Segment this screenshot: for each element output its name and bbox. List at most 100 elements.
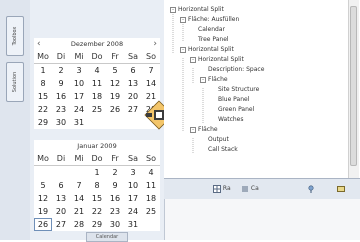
collapse-toggle-icon[interactable]: - bbox=[190, 57, 196, 63]
calendar-day[interactable]: 17 bbox=[70, 90, 88, 103]
calendar-day[interactable]: 15 bbox=[88, 192, 106, 205]
calendar-day[interactable]: 19 bbox=[34, 205, 52, 218]
dock-tab-toolbox[interactable]: Toolbox bbox=[6, 16, 24, 56]
calendar-day[interactable]: 9 bbox=[52, 77, 70, 90]
tree-node[interactable]: - Fläche: Ausfüllen bbox=[180, 15, 239, 25]
calendar-day[interactable]: 13 bbox=[52, 192, 70, 205]
tree-node[interactable]: Blue Panel bbox=[210, 95, 249, 105]
tree-node[interactable]: Output bbox=[200, 135, 229, 145]
calendar-day[interactable]: 2 bbox=[52, 64, 70, 77]
calendar-day[interactable]: 10 bbox=[124, 179, 142, 192]
calendar-day[interactable]: 23 bbox=[52, 103, 70, 116]
calendar-day[interactable]: 9 bbox=[106, 179, 124, 192]
calendar-day[interactable]: 29 bbox=[34, 116, 52, 129]
calendar-day[interactable]: 11 bbox=[88, 77, 106, 90]
calendar-day[interactable]: 16 bbox=[106, 192, 124, 205]
calendar-day[interactable] bbox=[70, 166, 88, 179]
calendar-day[interactable]: 14 bbox=[70, 192, 88, 205]
tree-node[interactable]: - Fläche bbox=[190, 125, 218, 135]
tree-node[interactable]: Site Structure bbox=[210, 85, 259, 95]
tree-node[interactable]: Description: Space bbox=[200, 65, 264, 75]
calendar-day[interactable]: 20 bbox=[124, 90, 142, 103]
calendar-day[interactable]: 15 bbox=[34, 90, 52, 103]
calendar-day[interactable] bbox=[142, 218, 160, 231]
tree-node[interactable]: - Horizontal Split bbox=[170, 5, 224, 15]
calendar-day[interactable]: 4 bbox=[142, 166, 160, 179]
tree-node[interactable]: - Horizontal Split bbox=[180, 45, 234, 55]
calendar-day[interactable]: 19 bbox=[106, 90, 124, 103]
calendar-day[interactable]: 11 bbox=[142, 179, 160, 192]
calendar-day[interactable]: 5 bbox=[34, 179, 52, 192]
calendar-day[interactable]: 31 bbox=[70, 116, 88, 129]
calendar-day[interactable]: 17 bbox=[124, 192, 142, 205]
collapse-toggle-icon[interactable]: - bbox=[170, 7, 176, 13]
tree-node[interactable]: - Horizontal Split bbox=[190, 55, 244, 65]
calendar-day[interactable]: 7 bbox=[70, 179, 88, 192]
calendar-day[interactable]: 4 bbox=[88, 64, 106, 77]
tree-node[interactable]: Watches bbox=[210, 115, 244, 125]
calendar-day[interactable]: 25 bbox=[88, 103, 106, 116]
calendar-day[interactable]: 30 bbox=[106, 218, 124, 231]
calendar-day[interactable] bbox=[52, 166, 70, 179]
calendar-day[interactable]: 18 bbox=[142, 192, 160, 205]
bottom-tab-calendar[interactable]: Calendar bbox=[86, 232, 128, 242]
calendar-day[interactable]: 16 bbox=[52, 90, 70, 103]
collapse-toggle-icon[interactable]: - bbox=[180, 47, 186, 53]
toolbar-box-button[interactable] bbox=[334, 182, 348, 195]
calendar-day[interactable]: 27 bbox=[124, 103, 142, 116]
tree-node[interactable]: Tree Panel bbox=[190, 35, 229, 45]
collapse-toggle-icon[interactable]: - bbox=[200, 77, 206, 83]
calendar-day[interactable]: 24 bbox=[70, 103, 88, 116]
calendar-day[interactable]: 3 bbox=[70, 64, 88, 77]
calendar-day[interactable]: 25 bbox=[142, 205, 160, 218]
calendar-day[interactable]: 23 bbox=[106, 205, 124, 218]
collapse-toggle-icon[interactable]: - bbox=[190, 127, 196, 133]
calendar-day[interactable] bbox=[106, 116, 124, 129]
calendar-day[interactable]: 28 bbox=[70, 218, 88, 231]
calendar-day[interactable]: 8 bbox=[88, 179, 106, 192]
calendar-day[interactable]: 27 bbox=[52, 218, 70, 231]
calendar-day[interactable]: 3 bbox=[124, 166, 142, 179]
calendar-day[interactable]: 26 bbox=[106, 103, 124, 116]
calendar-day[interactable]: 28 bbox=[142, 103, 160, 116]
calendar-day[interactable]: 22 bbox=[88, 205, 106, 218]
scrollbar-thumb[interactable] bbox=[350, 6, 357, 166]
tree-node[interactable]: Calendar bbox=[190, 25, 225, 35]
calendar-day[interactable]: 24 bbox=[124, 205, 142, 218]
calendar-day[interactable]: 21 bbox=[70, 205, 88, 218]
calendar-day[interactable]: 31 bbox=[124, 218, 142, 231]
tree-node[interactable]: - Fläche bbox=[200, 75, 228, 85]
calendar-day[interactable]: 2 bbox=[106, 166, 124, 179]
calendar-day[interactable]: 12 bbox=[34, 192, 52, 205]
calendar-day[interactable]: 13 bbox=[124, 77, 142, 90]
calendar-day[interactable]: 10 bbox=[70, 77, 88, 90]
calendar-day[interactable]: 6 bbox=[52, 179, 70, 192]
toolbar-pin-button[interactable] bbox=[304, 182, 318, 195]
calendar-day[interactable]: 1 bbox=[34, 64, 52, 77]
toolbar-grid-button[interactable]: Ra bbox=[210, 182, 234, 195]
calendar-day[interactable]: 12 bbox=[106, 77, 124, 90]
tree-node[interactable]: Green Panel bbox=[210, 105, 254, 115]
chevron-left-icon[interactable]: ‹ bbox=[37, 39, 41, 49]
toolbar-list-button[interactable]: Ca bbox=[238, 182, 262, 195]
calendar-day[interactable] bbox=[124, 116, 142, 129]
calendar-day[interactable]: 26 bbox=[34, 218, 52, 231]
collapse-toggle-icon[interactable]: - bbox=[180, 17, 186, 23]
calendar-day[interactable]: 14 bbox=[142, 77, 160, 90]
calendar-day[interactable]: 18 bbox=[88, 90, 106, 103]
calendar-day[interactable]: 5 bbox=[106, 64, 124, 77]
calendar-day[interactable] bbox=[142, 116, 160, 129]
calendar-day[interactable]: 6 bbox=[124, 64, 142, 77]
calendar-day[interactable]: 29 bbox=[88, 218, 106, 231]
calendar-day[interactable] bbox=[34, 166, 52, 179]
chevron-right-icon[interactable]: › bbox=[153, 39, 157, 49]
tree-node[interactable]: Call Stack bbox=[200, 145, 238, 155]
calendar-day[interactable]: 7 bbox=[142, 64, 160, 77]
calendar-day[interactable]: 30 bbox=[52, 116, 70, 129]
calendar-day[interactable]: 21 bbox=[142, 90, 160, 103]
calendar-day[interactable] bbox=[88, 116, 106, 129]
tree-scrollbar[interactable] bbox=[348, 0, 359, 178]
calendar-day[interactable]: 8 bbox=[34, 77, 52, 90]
calendar-day[interactable]: 20 bbox=[52, 205, 70, 218]
dock-tab-solution[interactable]: Solution bbox=[6, 62, 24, 102]
